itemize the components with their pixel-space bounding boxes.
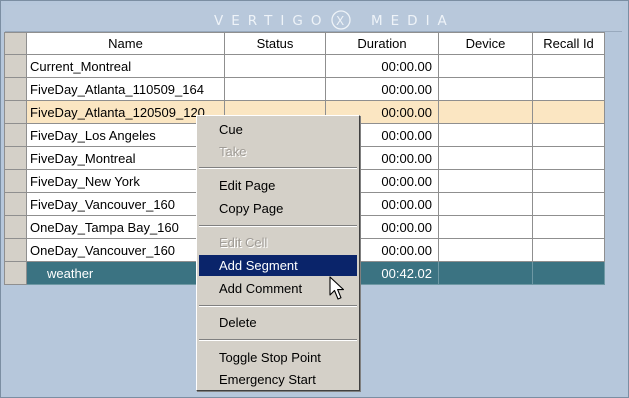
arrow-pointer-icon	[329, 276, 345, 300]
menu-item-emergency-start[interactable]: Emergency Start	[199, 369, 357, 390]
vertigo-media-logo: VERTIGO X MEDIA	[214, 10, 455, 30]
menu-item-toggle-stop-point[interactable]: Toggle Stop Point	[199, 347, 357, 368]
logo-text-right: MEDIA	[371, 13, 455, 29]
circled-x-icon: X	[331, 10, 351, 30]
menu-item-take[interactable]: Take	[199, 141, 357, 162]
cell-duration[interactable]: 00:00.00	[325, 54, 439, 78]
cell-device[interactable]	[438, 100, 533, 124]
cell-recall-id[interactable]	[532, 146, 605, 170]
logo-text-left: VERTIGO	[214, 13, 329, 29]
cell-name[interactable]: OneDay_Tampa Bay_160	[26, 215, 225, 239]
menu-separator	[199, 305, 357, 307]
menu-separator	[199, 225, 357, 227]
row-header[interactable]	[4, 169, 27, 193]
cell-status[interactable]	[224, 54, 326, 78]
table-row[interactable]: Current_Montreal 00:00.00	[4, 54, 605, 78]
cell-device[interactable]	[438, 169, 533, 193]
menu-item-copy-page[interactable]: Copy Page	[199, 198, 357, 219]
cell-recall-id[interactable]	[532, 192, 605, 216]
cell-name[interactable]: weather	[26, 261, 225, 285]
cell-name[interactable]: FiveDay_Atlanta_110509_164	[26, 77, 225, 101]
row-header[interactable]	[4, 123, 27, 147]
cell-recall-id[interactable]	[532, 261, 605, 285]
column-header-status[interactable]: Status	[224, 32, 326, 55]
cell-name[interactable]: OneDay_Vancouver_160	[26, 238, 225, 262]
cell-status[interactable]	[224, 77, 326, 101]
menu-separator	[199, 167, 357, 169]
cell-name[interactable]: FiveDay_Atlanta_120509_120	[26, 100, 225, 124]
cell-device[interactable]	[438, 146, 533, 170]
menu-separator	[199, 339, 357, 341]
column-header-name[interactable]: Name	[26, 32, 225, 55]
cell-device[interactable]	[438, 192, 533, 216]
cell-recall-id[interactable]	[532, 77, 605, 101]
cell-name[interactable]: FiveDay_Vancouver_160	[26, 192, 225, 216]
cell-recall-id[interactable]	[532, 238, 605, 262]
row-header[interactable]	[4, 261, 27, 285]
row-header[interactable]	[4, 54, 27, 78]
cell-duration[interactable]: 00:00.00	[325, 77, 439, 101]
table-row[interactable]: FiveDay_Atlanta_110509_164 00:00.00	[4, 77, 605, 101]
column-header-duration[interactable]: Duration	[325, 32, 439, 55]
menu-item-edit-page[interactable]: Edit Page	[199, 175, 357, 196]
cell-recall-id[interactable]	[532, 123, 605, 147]
cell-device[interactable]	[438, 238, 533, 262]
cell-name[interactable]: FiveDay_Montreal	[26, 146, 225, 170]
menu-item-edit-cell[interactable]: Edit Cell	[199, 232, 357, 253]
cell-device[interactable]	[438, 54, 533, 78]
cell-name[interactable]: FiveDay_Los Angeles	[26, 123, 225, 147]
table-header-row: Name Status Duration Device Recall Id	[4, 32, 605, 55]
cell-recall-id[interactable]	[532, 54, 605, 78]
cell-name[interactable]: FiveDay_New York	[26, 169, 225, 193]
row-header[interactable]	[4, 146, 27, 170]
cell-recall-id[interactable]	[532, 169, 605, 193]
cell-device[interactable]	[438, 215, 533, 239]
cell-recall-id[interactable]	[532, 100, 605, 124]
cell-name[interactable]: Current_Montreal	[26, 54, 225, 78]
row-header[interactable]	[4, 238, 27, 262]
row-header[interactable]	[4, 77, 27, 101]
logo-mark: X	[336, 14, 344, 28]
cell-device[interactable]	[438, 77, 533, 101]
cell-recall-id[interactable]	[532, 215, 605, 239]
menu-item-delete[interactable]: Delete	[199, 312, 357, 333]
cell-device[interactable]	[438, 261, 533, 285]
row-header[interactable]	[4, 192, 27, 216]
row-header[interactable]	[4, 215, 27, 239]
corner-cell	[4, 32, 27, 55]
context-menu: Cue Take Edit Page Copy Page Edit Cell A…	[196, 115, 360, 391]
column-header-recall-id[interactable]: Recall Id	[532, 32, 605, 55]
row-header[interactable]	[4, 100, 27, 124]
brand-header: VERTIGO X MEDIA	[5, 5, 622, 32]
menu-item-add-segment[interactable]: Add Segment	[199, 255, 357, 276]
menu-item-cue[interactable]: Cue	[199, 119, 357, 140]
column-header-device[interactable]: Device	[438, 32, 533, 55]
cell-device[interactable]	[438, 123, 533, 147]
